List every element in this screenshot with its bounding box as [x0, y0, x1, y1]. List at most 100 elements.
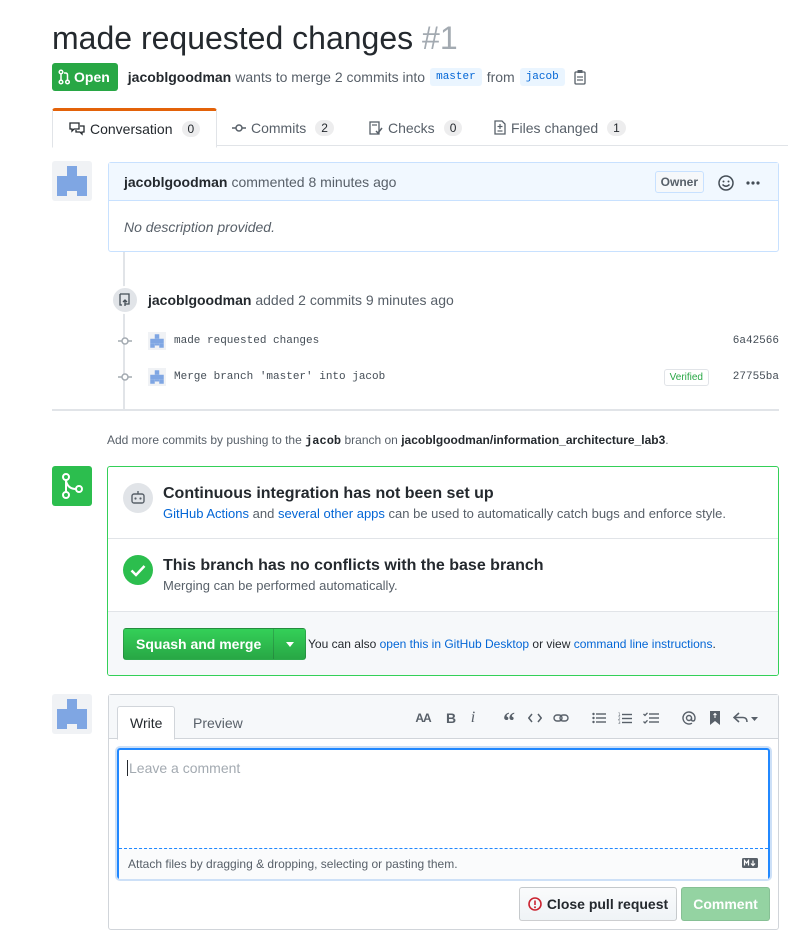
avatar[interactable] [52, 694, 92, 734]
tab-files-changed[interactable]: Files changed 1 [494, 108, 626, 147]
issue-closed-icon [528, 897, 542, 911]
comment-editor: Leave a comment Attach files by dragging… [117, 748, 770, 879]
comment-body: No description provided. [124, 219, 275, 235]
clipboard-icon[interactable] [574, 69, 588, 85]
italic-icon[interactable]: i [466, 709, 480, 727]
ordered-list-icon[interactable]: 123 [616, 709, 634, 727]
comment-placeholder: Leave a comment [127, 760, 241, 776]
markdown-toolbar: AA B i “ 123 [414, 709, 760, 735]
close-pull-request-label: Close pull request [546, 896, 669, 912]
editor-tabs: Write Preview AA B i “ 123 [109, 695, 778, 740]
command-line-instructions-link[interactable]: command line instructions [574, 637, 713, 651]
tab-label: Checks [388, 119, 435, 136]
bold-icon[interactable]: B [442, 709, 460, 727]
bookmark-icon[interactable] [706, 709, 724, 727]
event-author-link[interactable]: jacoblgoodman [148, 292, 251, 308]
add-more-commits-note: Add more commits by pushing to the jacob… [107, 433, 669, 448]
tab-counter: 0 [181, 121, 201, 137]
conflict-section: This branch has no conflicts with the ba… [108, 539, 778, 611]
comment-button[interactable]: Comment [681, 887, 770, 921]
quote-icon[interactable]: “ [500, 709, 518, 735]
pr-author-link[interactable]: jacoblgoodman [128, 69, 231, 85]
pr-meta-text: wants to merge 2 commits into [235, 69, 426, 85]
smiley-icon[interactable] [718, 175, 734, 191]
repo-push-icon [111, 286, 139, 314]
base-branch[interactable]: master [430, 68, 482, 86]
write-tab[interactable]: Write [117, 706, 176, 740]
open-in-desktop-link[interactable]: open this in GitHub Desktop [380, 637, 529, 651]
reply-icon[interactable] [732, 709, 760, 727]
new-comment-form: Write Preview AA B i “ 123 Leave a comme… [108, 694, 779, 930]
also-prefix: You can also [308, 637, 377, 651]
commit-sha-link[interactable]: 27755ba [733, 371, 779, 383]
tab-counter: 0 [443, 119, 463, 136]
avatar[interactable] [148, 368, 166, 386]
conflict-subtitle: Merging can be performed automatically. [163, 578, 398, 593]
checklist-icon [369, 120, 383, 135]
add-more-prefix: Add more commits by pushing to the [107, 433, 302, 447]
tab-label: Commits [251, 119, 307, 136]
comment-timestamp[interactable]: commented 8 minutes ago [231, 174, 396, 190]
also-suffix: . [712, 637, 716, 651]
avatar[interactable] [52, 161, 92, 201]
tab-counter: 1 [607, 119, 626, 136]
commit-row: made requested changes 6a42566 [118, 331, 779, 351]
commit-icon [118, 373, 132, 381]
link-icon[interactable] [552, 709, 570, 727]
add-more-repo: jacoblgoodman/information_architecture_l… [401, 433, 666, 447]
add-more-middle: branch on [344, 433, 398, 447]
pr-number: #1 [422, 20, 458, 56]
comment-header: jacoblgoodman commented 8 minutes ago Ow… [109, 163, 778, 201]
tab-checks[interactable]: Checks 0 [369, 108, 463, 147]
commit-message-link[interactable]: made requested changes [174, 335, 319, 347]
merge-box: Continuous integration has not been set … [107, 466, 779, 676]
comment-author-link[interactable]: jacoblgoodman [124, 174, 227, 190]
timeline-event: jacoblgoodman added 2 commits 9 minutes … [148, 292, 454, 308]
git-merge-icon [52, 466, 92, 506]
pr-title: made requested changes #1 [52, 20, 458, 57]
ci-section: Continuous integration has not been set … [108, 467, 778, 539]
markdown-icon[interactable] [742, 858, 758, 868]
unordered-list-icon[interactable] [590, 709, 608, 727]
attach-files-text: Attach files by dragging & dropping, sel… [128, 857, 458, 871]
tab-label: Files changed [511, 119, 599, 136]
tab-conversation[interactable]: Conversation 0 [52, 108, 218, 148]
merge-method-dropdown[interactable] [274, 628, 307, 660]
from-text: from [486, 69, 515, 85]
attach-files-bar[interactable]: Attach files by dragging & dropping, sel… [119, 848, 768, 879]
commit-message-link[interactable]: Merge branch 'master' into jacob [174, 371, 385, 383]
ci-title: Continuous integration has not been set … [163, 485, 494, 502]
file-diff-icon [494, 120, 506, 135]
merge-actions: Squash and merge You can also open this … [108, 611, 778, 675]
pull-request-icon [58, 69, 70, 85]
add-more-suffix: . [665, 433, 669, 447]
text-size-icon[interactable]: AA [414, 709, 432, 727]
github-actions-link[interactable]: GitHub Actions [163, 506, 249, 521]
squash-and-merge-button[interactable]: Squash and merge [123, 628, 275, 660]
merge-alternatives: You can also open this in GitHub Desktop… [308, 637, 716, 651]
timeline-divider [52, 409, 779, 411]
commit-sha-link[interactable]: 6a42566 [733, 335, 779, 347]
svg-text:3: 3 [618, 720, 621, 725]
commit-row: Merge branch 'master' into jacob Verifie… [118, 367, 779, 387]
kebab-horizontal-icon[interactable] [746, 181, 760, 185]
verified-badge[interactable]: Verified [663, 368, 709, 386]
comment-textarea[interactable]: Leave a comment [119, 750, 768, 848]
mention-icon[interactable] [680, 709, 698, 727]
conflict-title: This branch has no conflicts with the ba… [163, 557, 544, 574]
head-branch[interactable]: jacob [519, 68, 565, 86]
pr-title-text: made requested changes [52, 20, 414, 56]
tab-commits[interactable]: Commits 2 [232, 108, 334, 147]
ci-and-text: and [252, 506, 275, 521]
avatar[interactable] [148, 332, 166, 350]
pr-tabs: Conversation 0 Commits 2 Checks 0 Files … [52, 108, 788, 148]
preview-tab[interactable]: Preview [181, 706, 255, 740]
code-icon[interactable] [526, 709, 544, 727]
commit-icon [118, 337, 132, 345]
add-more-branch: jacob [305, 434, 342, 448]
close-pull-request-button[interactable]: Close pull request [519, 887, 677, 921]
merge-button-group: Squash and merge [123, 628, 307, 660]
task-list-icon[interactable] [642, 709, 660, 727]
tab-counter: 2 [315, 119, 334, 136]
other-apps-link[interactable]: several other apps [278, 506, 385, 521]
